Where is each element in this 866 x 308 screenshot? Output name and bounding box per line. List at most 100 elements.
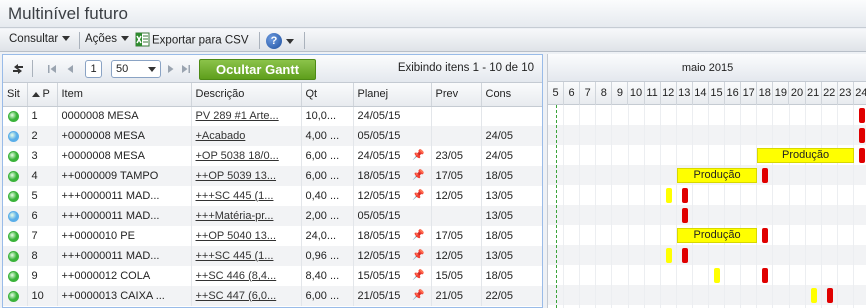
status-cell	[3, 106, 28, 126]
gantt-production-bar[interactable]: Produção	[757, 148, 854, 163]
planned-date-cell: 18/05/15 📌	[353, 226, 432, 246]
table-row[interactable]: 1 0000008 MESA PV 289 #1 Arte... 10,0... 24/…	[3, 106, 542, 126]
column-header-cons[interactable]: Cons	[481, 83, 542, 107]
gantt-consumption-marker[interactable]	[858, 148, 865, 163]
description-cell[interactable]: +OP 5038 18/0...	[191, 146, 302, 166]
pin-icon: 📌	[412, 150, 425, 161]
gantt-forecast-marker[interactable]	[665, 188, 672, 203]
priority-cell: 10	[27, 286, 58, 306]
status-cell	[3, 126, 28, 146]
pin-icon: 📌	[412, 250, 425, 261]
item-cell: +++0000011 MAD...	[57, 186, 192, 206]
description-cell[interactable]: +++SC 445 (1...	[191, 186, 302, 206]
gantt-gridline	[756, 105, 758, 308]
description-cell[interactable]: ++SC 446 (8,4...	[191, 266, 302, 286]
table-row[interactable]: 7 ++0000010 PE ++OP 5040 13... 24,0... 18/05…	[3, 226, 542, 246]
planned-date: 24/05/15	[357, 110, 401, 123]
description-cell[interactable]: PV 289 #1 Arte...	[191, 106, 302, 126]
gantt-consumption-marker[interactable]	[762, 268, 769, 283]
gantt-forecast-marker[interactable]	[714, 268, 720, 283]
last-page-icon[interactable]	[181, 64, 191, 74]
description-cell[interactable]: ++SC 447 (6,0...	[191, 286, 302, 306]
gantt-day-label: 13	[677, 82, 693, 105]
next-page-icon[interactable]	[166, 64, 176, 74]
help-menu-button[interactable]: ?	[263, 31, 297, 50]
planned-date-cell: 18/05/15 📌	[353, 166, 432, 186]
sort-ascending-icon	[31, 91, 40, 97]
column-header-qt[interactable]: Qt	[301, 83, 354, 107]
gantt-day-label: 10	[629, 82, 645, 105]
table-row[interactable]: 2 +0000008 MESA +Acabado 4,00 ... 05/05/15 24…	[3, 126, 542, 146]
table-row[interactable]: 5 +++0000011 MAD... +++SC 445 (1... 0,40 ..…	[3, 186, 542, 206]
table-row[interactable]: 3 +0000008 MESA +OP 5038 18/0... 6,00 ... 24…	[3, 146, 542, 166]
page-number-input[interactable]: 1	[85, 60, 102, 78]
gantt-day-label: 11	[645, 82, 661, 105]
gantt-production-bar[interactable]: Produção	[676, 168, 758, 183]
planned-date: 18/05/15	[357, 170, 401, 182]
priority-cell: 6	[27, 206, 58, 226]
column-header-descricao[interactable]: Descrição	[191, 83, 302, 107]
column-header-item[interactable]: Item	[57, 83, 192, 107]
gantt-consumption-marker[interactable]	[826, 288, 833, 303]
table-row[interactable]: 4 ++0000009 TAMPO ++OP 5039 13... 6,00 ... 1…	[3, 166, 542, 186]
acoes-menu-button[interactable]: Ações	[82, 31, 132, 50]
column-header-prev[interactable]: Prev	[431, 83, 482, 107]
table-row[interactable]: 9 ++0000012 COLA ++SC 446 (8,4... 8,40 ... 1…	[3, 266, 542, 286]
consumption-date-cell: 22/05	[481, 286, 542, 306]
gantt-consumption-marker[interactable]	[858, 108, 865, 123]
help-icon: ?	[266, 33, 282, 49]
consumption-date-cell: 18/05	[481, 266, 542, 286]
gantt-consumption-marker[interactable]	[681, 248, 688, 263]
gantt-consumption-marker[interactable]	[681, 188, 688, 203]
quantity-cell: 6,00 ...	[301, 146, 354, 166]
gantt-forecast-marker[interactable]	[810, 288, 817, 303]
gantt-gridline	[788, 105, 790, 308]
column-header-p[interactable]: P	[27, 83, 58, 107]
gantt-day-label: 5	[548, 82, 564, 105]
gantt-consumption-marker[interactable]	[762, 228, 769, 243]
gantt-production-bar[interactable]: Produção	[676, 228, 758, 243]
table-row[interactable]: 10 ++0000013 CAIXA ... ++SC 447 (6,0... 6,0…	[3, 286, 542, 306]
description-cell[interactable]: ++OP 5040 13...	[191, 226, 302, 246]
forecast-date-cell: 17/05	[431, 226, 482, 246]
status-indicator-icon	[8, 290, 19, 302]
paging-toolbar: 1 50 Ocultar Gantt Exibindo itens 1 - 10…	[3, 55, 542, 83]
refresh-icon[interactable]	[11, 62, 25, 76]
consumption-date-cell: 18/05	[481, 166, 542, 186]
export-csv-button[interactable]: Exportar para CSV	[132, 31, 252, 50]
gantt-day-label: 23	[838, 82, 854, 105]
description-cell[interactable]: +++SC 445 (1...	[191, 246, 302, 266]
gantt-consumption-marker[interactable]	[858, 128, 865, 143]
gantt-gridline	[691, 105, 693, 308]
planned-date-cell: 05/05/15	[353, 206, 432, 226]
gantt-gridline	[836, 105, 838, 308]
gantt-day-label: 6	[564, 82, 581, 105]
gantt-chart-body: Produção Produção Produção	[548, 105, 866, 308]
item-cell: +++0000011 MAD...	[57, 206, 192, 226]
gantt-today-line	[556, 105, 557, 308]
forecast-date-cell	[431, 206, 482, 226]
table-row[interactable]: 8 +++0000011 MAD... +++SC 445 (1... 0,96 ..…	[3, 246, 542, 266]
description-cell[interactable]: +++Matéria-pr...	[191, 206, 302, 226]
forecast-date-cell	[431, 126, 482, 146]
status-indicator-icon	[8, 110, 19, 122]
description-cell[interactable]: ++OP 5039 13...	[191, 166, 302, 186]
column-header-sit[interactable]: Sit	[3, 83, 28, 107]
column-header-planej[interactable]: Planej	[353, 83, 432, 107]
page-size-select[interactable]: 50	[111, 60, 161, 78]
previous-page-icon[interactable]	[65, 64, 75, 74]
description-cell[interactable]: +Acabado	[191, 126, 302, 146]
gantt-gridline	[643, 105, 645, 308]
acoes-label: Ações	[85, 33, 117, 45]
gantt-consumption-marker[interactable]	[681, 208, 688, 223]
planned-date: 05/05/15	[357, 210, 401, 222]
consumption-date-cell: 24/05	[481, 126, 542, 146]
gantt-consumption-marker[interactable]	[762, 168, 769, 183]
first-page-icon[interactable]	[47, 64, 57, 74]
gantt-day-label: 14	[693, 82, 709, 105]
gantt-forecast-marker[interactable]	[665, 248, 672, 263]
hide-gantt-button[interactable]: Ocultar Gantt	[199, 59, 316, 80]
consultar-menu-button[interactable]: Consultar	[6, 31, 73, 50]
gantt-day-label: 19	[773, 82, 790, 105]
table-row[interactable]: 6 +++0000011 MAD... +++Matéria-pr... 2,00 .…	[3, 206, 542, 226]
